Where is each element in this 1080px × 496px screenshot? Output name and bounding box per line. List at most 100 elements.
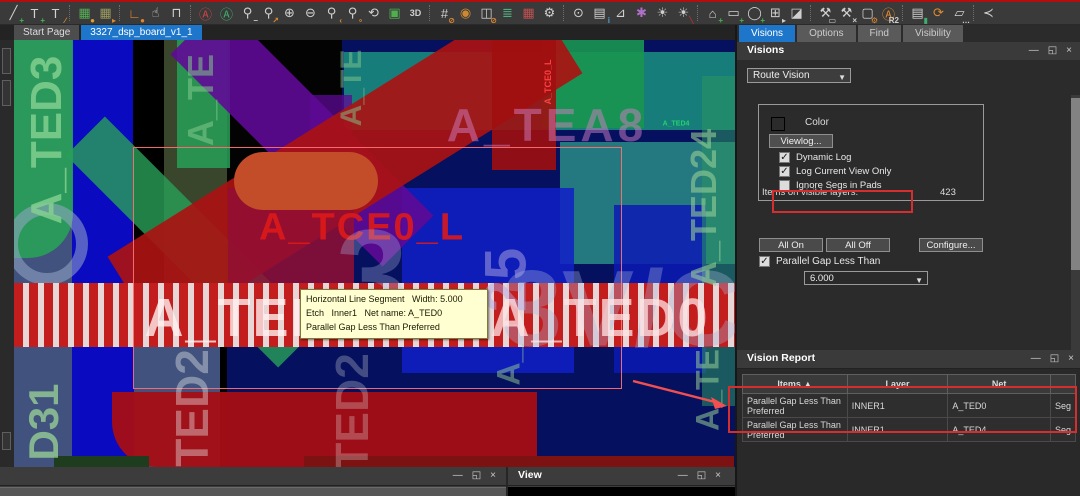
delay-tune-icon[interactable]: ⊓ (166, 3, 187, 24)
rats-all-icon[interactable]: Ⓐ (216, 3, 237, 24)
command-area[interactable] (0, 487, 506, 496)
dock-handle[interactable] (2, 432, 11, 450)
panel-tab-options[interactable]: Options (797, 25, 855, 42)
sync-icon[interactable]: ⟳ (928, 3, 949, 24)
panel-tab-find[interactable]: Find (858, 25, 901, 42)
close-button[interactable]: × (1066, 44, 1072, 58)
items-on-visible-layers: Items on visible layers: 423 (762, 187, 980, 198)
net-labels-layer: A_TED3A_TEA_TEA_TEA8A_TCE0_LA_TED4A_TCE0… (14, 40, 735, 467)
shine-off-icon[interactable]: ☀╲ (673, 3, 694, 24)
net-label: D31 (20, 383, 68, 460)
parallel-gap-checkbox[interactable]: ✓ (759, 256, 770, 267)
settings-gear-icon[interactable]: ⚙ (539, 3, 560, 24)
float-button[interactable]: ◱ (472, 469, 481, 483)
gap-value-dropdown[interactable]: 6.000 ▼ (804, 271, 928, 285)
all-on-button[interactable]: All On (759, 238, 823, 252)
column-header-type[interactable] (1050, 375, 1075, 394)
add-rectangle-icon[interactable]: ▭+ (723, 3, 744, 24)
close-button[interactable]: × (715, 469, 721, 483)
share-icon[interactable]: ≺ (978, 3, 999, 24)
redraw-icon[interactable]: ⟲ (363, 3, 384, 24)
visibility-eye-icon[interactable]: ⊙ (568, 3, 589, 24)
comment-icon[interactable]: ▱… (949, 3, 970, 24)
column-header-Layer[interactable]: Layer (847, 375, 948, 394)
tooltip-line: Etch Inner1 Net name: A_TED0 (306, 307, 482, 321)
view-copy-icon[interactable]: ◫⊘ (476, 3, 497, 24)
minimize-button[interactable]: — (1029, 44, 1039, 58)
slide-icon[interactable]: ☝ (145, 3, 166, 24)
measure-icon[interactable]: ⊿ (610, 3, 631, 24)
log-checkboxes: ✓Dynamic Log✓Log Current View OnlyIgnore… (779, 150, 891, 192)
column-header-Net[interactable]: Net (948, 375, 1051, 394)
scrollbar-thumb[interactable] (1071, 98, 1080, 270)
panel-tab-visibility[interactable]: Visibility (903, 25, 963, 42)
open-board-icon[interactable]: ▣ (384, 3, 405, 24)
layers-icon[interactable]: ≣ (497, 3, 518, 24)
color-grid-icon[interactable]: ▦ (518, 3, 539, 24)
pcb-canvas[interactable]: A_TED3A_TEA_TEA_TEA8A_TCE0_LA_TED4A_TCE0… (14, 40, 735, 467)
zoom-points-icon[interactable]: ⚲↗ (258, 3, 279, 24)
minimize-button[interactable]: — (1031, 352, 1041, 366)
application-window: ╱+T+T∕▦●▦▸∟●☝⊓ⒶⒶ⚲–⚲↗⊕⊖⚲‹⚲∘⟲▣3D#⊘◉◫⊘≣▦⚙⊙▤… (0, 0, 1080, 496)
panel-tab-visions[interactable]: Visions (739, 25, 795, 42)
checkbox-dynamic-log[interactable]: ✓ (779, 152, 790, 163)
table-row[interactable]: Parallel Gap Less Than PreferredINNER1A_… (743, 394, 1076, 418)
dock-handle[interactable] (2, 80, 11, 106)
float-button[interactable]: ◱ (697, 469, 706, 483)
add-polygon-icon[interactable]: ⌂+ (702, 3, 723, 24)
float-button[interactable]: ◱ (1048, 44, 1057, 58)
place-component-icon[interactable]: ▦● (74, 3, 95, 24)
net-label: A_TE (335, 50, 369, 127)
zoom-out-points-icon[interactable]: ⚲– (237, 3, 258, 24)
visions-panel-titlebar: Visions —◱× (737, 42, 1080, 61)
invert-contrast-icon[interactable]: ◪ (786, 3, 807, 24)
zoom-previous-icon[interactable]: ⚲‹ (321, 3, 342, 24)
tool-document-icon[interactable]: ⚒▭ (815, 3, 836, 24)
panel-scrollbar[interactable] (1071, 95, 1080, 385)
close-button[interactable]: × (1068, 352, 1074, 366)
color-dialog-icon[interactable]: ◉ (455, 3, 476, 24)
edit-component-icon[interactable]: ▦▸ (95, 3, 116, 24)
vision-type-dropdown[interactable]: Route Vision ▼ (747, 68, 851, 83)
snapshot-settings-icon[interactable]: ▢⚙ (857, 3, 878, 24)
zoom-in-icon[interactable]: ⊕ (279, 3, 300, 24)
add-text-icon[interactable]: T+ (24, 3, 45, 24)
float-button[interactable]: ◱ (1050, 352, 1059, 366)
tooltip-line: Horizontal Line Segment Width: 5.000 (306, 293, 482, 307)
tab-start-page[interactable]: Start Page (14, 25, 79, 40)
report-info-icon[interactable]: ▤i (589, 3, 610, 24)
artwork-brush-icon[interactable]: ✱ (631, 3, 652, 24)
zoom-out-icon[interactable]: ⊖ (300, 3, 321, 24)
grid-toggle-icon[interactable]: #⊘ (434, 3, 455, 24)
color-swatch[interactable] (771, 117, 785, 131)
close-button[interactable]: × (490, 469, 496, 483)
configure-button[interactable]: Configure... (919, 238, 983, 252)
3d-canvas-icon[interactable]: 3D (405, 3, 426, 24)
tab-board-file[interactable]: 3327_dsp_board_v1_1 (81, 25, 201, 40)
add-line-icon[interactable]: ╱+ (3, 3, 24, 24)
net-label: A_TED24 (683, 129, 725, 287)
shine-on-icon[interactable]: ☀ (652, 3, 673, 24)
column-header-Items[interactable]: Items ▲ (743, 375, 848, 394)
dock-handle[interactable] (2, 48, 11, 74)
select-window-icon[interactable]: ⊞▸ (765, 3, 786, 24)
tool-delete-icon[interactable]: ⚒× (836, 3, 857, 24)
report-chart-icon[interactable]: ▤▮ (907, 3, 928, 24)
zoom-world-icon[interactable]: ⚲∘ (342, 3, 363, 24)
minimize-button[interactable]: — (678, 469, 688, 483)
add-connect-icon[interactable]: ∟● (124, 3, 145, 24)
minimize-button[interactable]: — (453, 469, 463, 483)
add-circle-icon[interactable]: ◯+ (744, 3, 765, 24)
visions-panel-content: Route Vision ▼ Color Viewlog... ✓Dynamic… (737, 60, 1080, 350)
all-off-button[interactable]: All Off (826, 238, 890, 252)
table-row[interactable]: Parallel Gap Less Than PreferredINNER1A_… (743, 418, 1076, 442)
checkbox-log-current-view-only[interactable]: ✓ (779, 166, 790, 177)
viewlog-button[interactable]: Viewlog... (769, 134, 833, 148)
toolbar-separator (697, 5, 699, 21)
unrats-all-icon[interactable]: Ⓐ (195, 3, 216, 24)
view-panel: View —◱× (508, 467, 735, 496)
vision-report-titlebar: Vision Report —◱× (737, 350, 1080, 369)
tooltip-line: Parallel Gap Less Than Preferred (306, 321, 482, 335)
edit-text-icon[interactable]: T∕ (45, 3, 66, 24)
refdes-rename-icon[interactable]: ⒶR2 (878, 3, 899, 24)
